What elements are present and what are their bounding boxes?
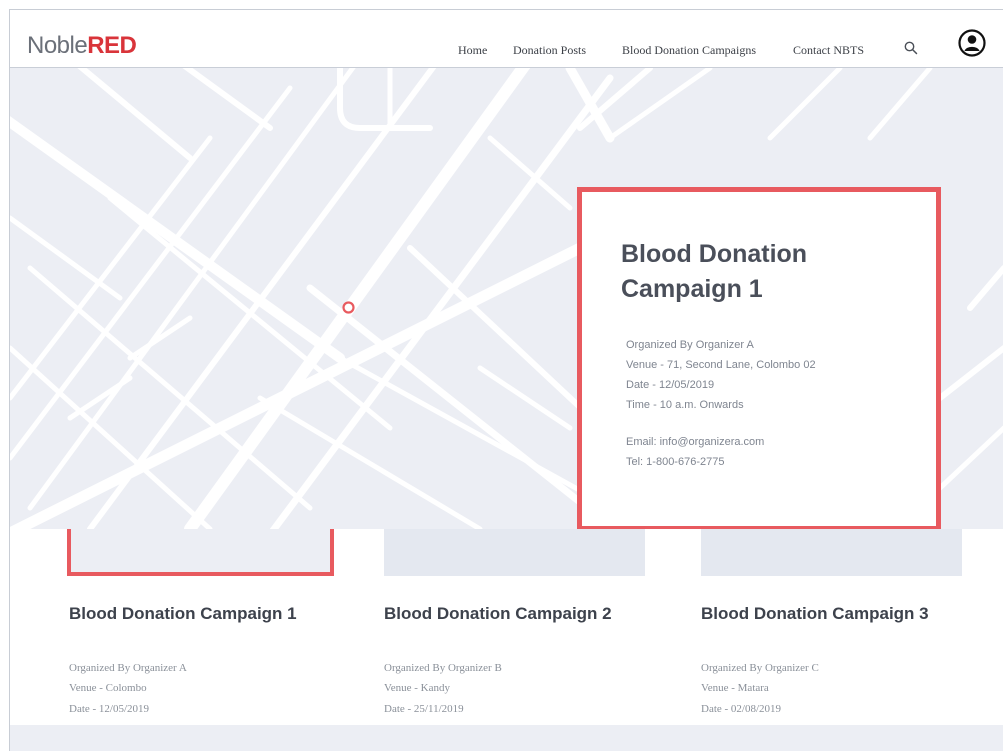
campaign-organizer: Organized By Organizer C (701, 662, 819, 674)
featured-tel[interactable]: Tel: 1-800-676-2775 (626, 456, 724, 468)
app-frame: NobleRED Home Donation Posts Blood Donat… (9, 9, 1003, 751)
campaign-venue: Venue - Kandy (384, 682, 450, 694)
campaign-thumbnail[interactable] (67, 529, 334, 576)
campaign-thumbnail[interactable] (701, 529, 962, 576)
featured-email[interactable]: Email: info@organizera.com (626, 436, 764, 448)
campaign-organizer: Organized By Organizer B (384, 662, 502, 674)
featured-venue: Venue - 71, Second Lane, Colombo 02 (626, 359, 816, 371)
nav-contact-nbts[interactable]: Contact NBTS (793, 43, 864, 58)
campaign-date: Date - 25/11/2019 (384, 703, 464, 715)
user-profile-icon[interactable] (958, 29, 986, 57)
nav-home[interactable]: Home (458, 43, 487, 58)
brand-logo[interactable]: NobleRED (27, 32, 137, 60)
campaign-venue: Venue - Colombo (69, 682, 147, 694)
search-icon[interactable] (903, 40, 919, 56)
campaign-date: Date - 02/08/2019 (701, 703, 782, 715)
map-pin-icon[interactable] (341, 300, 356, 315)
featured-campaign-title: Blood Donation Campaign 1 (621, 240, 808, 303)
footer-bar (10, 725, 1003, 751)
nav-donation-posts[interactable]: Donation Posts (513, 43, 586, 58)
featured-campaign-card: Blood Donation Campaign 1 Organized By O… (577, 187, 941, 529)
campaign-title[interactable]: Blood Donation Campaign 2 (384, 604, 612, 624)
top-navbar: NobleRED Home Donation Posts Blood Donat… (10, 10, 1003, 68)
campaign-list: Blood Donation Campaign 1 Organized By O… (10, 529, 1003, 729)
featured-time: Time - 10 a.m. Onwards (626, 399, 744, 411)
featured-organizer: Organized By Organizer A (626, 339, 754, 351)
campaign-venue: Venue - Matara (701, 682, 769, 694)
brand-prefix: Noble (27, 32, 88, 59)
brand-suffix: RED (87, 32, 137, 59)
campaign-title[interactable]: Blood Donation Campaign 3 (701, 604, 929, 624)
campaign-thumbnail[interactable] (384, 529, 645, 576)
nav-blood-donation-campaigns[interactable]: Blood Donation Campaigns (622, 43, 756, 58)
campaign-organizer: Organized By Organizer A (69, 662, 187, 674)
campaign-title[interactable]: Blood Donation Campaign 1 (69, 604, 297, 624)
campaign-map[interactable]: Blood Donation Campaign 1 Organized By O… (10, 68, 1003, 529)
featured-date: Date - 12/05/2019 (626, 379, 715, 391)
campaign-date: Date - 12/05/2019 (69, 703, 150, 715)
